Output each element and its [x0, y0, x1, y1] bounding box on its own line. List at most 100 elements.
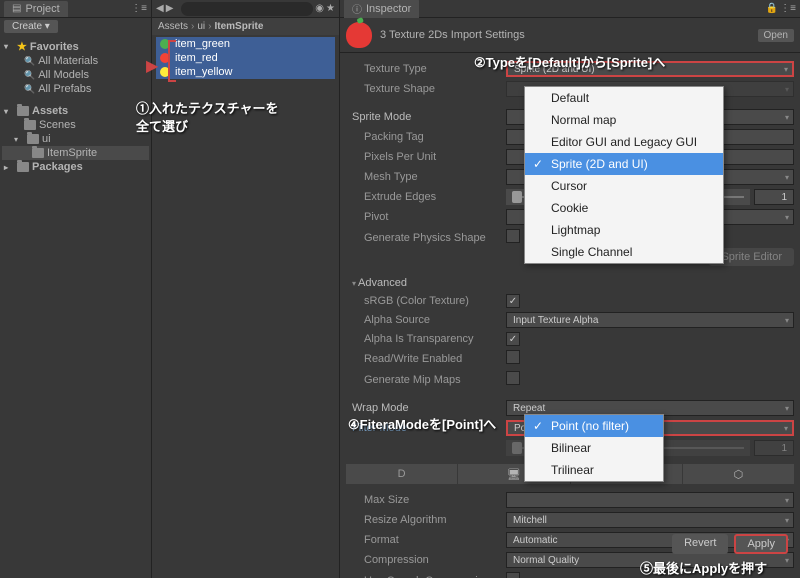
inspector-title: 3 Texture 2Ds Import Settings — [380, 29, 525, 41]
gen-shape-label: Generate Physics Shape — [346, 232, 506, 244]
create-button[interactable]: Create ▾ — [4, 20, 58, 33]
tag-icon[interactable]: ★ — [326, 3, 335, 14]
packages-header[interactable]: ▸Packages — [2, 160, 149, 174]
pivot-label: Pivot — [346, 211, 506, 223]
asset-preview-icon — [346, 22, 372, 48]
rw-checkbox[interactable] — [506, 350, 520, 364]
resize-dropdown[interactable]: Mitchell — [506, 512, 794, 528]
filter-icon[interactable]: ◉ — [315, 3, 324, 14]
alpha-src-dropdown[interactable]: Input Texture Alpha — [506, 312, 794, 328]
compression-label: Compression — [346, 554, 506, 566]
wrap-mode-label: Wrap Mode — [346, 402, 506, 414]
search-input[interactable] — [181, 2, 313, 16]
packing-tag-label: Packing Tag — [346, 131, 506, 143]
create-bar: Create ▾ — [0, 18, 151, 35]
assets-header[interactable]: ▾Assets — [2, 104, 149, 118]
texture-type-popup: Default Normal map Editor GUI and Legacy… — [524, 86, 724, 264]
platform-web[interactable]: ⬡ — [683, 464, 794, 484]
advanced-label[interactable]: ▾Advanced — [346, 277, 506, 289]
browser-toolbar: ◀ ▶ ◉ ★ — [152, 0, 339, 18]
platform-default[interactable]: D — [346, 464, 457, 484]
max-size-label: Max Size — [346, 494, 506, 506]
search-icon: 🔍 — [24, 70, 35, 81]
format-label: Format — [346, 534, 506, 546]
star-icon: ★ — [17, 40, 27, 53]
filter-option-bilinear[interactable]: Bilinear — [525, 437, 663, 459]
type-option-single-channel[interactable]: Single Channel — [525, 241, 723, 263]
info-icon: ⓘ — [352, 1, 362, 16]
annotation-5: ⑤最後にApplyを押す — [640, 558, 767, 577]
file-item-red[interactable]: item_red — [156, 51, 335, 65]
favorites-header[interactable]: ▾★Favorites — [2, 39, 149, 54]
folder-itemsprite[interactable]: ItemSprite — [2, 146, 149, 160]
file-item-green[interactable]: item_green — [156, 37, 335, 51]
filter-mode-popup: ✓Point (no filter) Bilinear Trilinear — [524, 414, 664, 482]
inspector-tab-bar: ⓘInspector 🔒⋮≡ — [340, 0, 800, 18]
mesh-type-label: Mesh Type — [346, 171, 506, 183]
crunch-checkbox[interactable] — [506, 572, 520, 578]
folder-icon — [17, 106, 29, 116]
annotation-2: ②Typeを[Default]から[Sprite]へ — [474, 52, 665, 71]
fav-all-materials[interactable]: 🔍All Materials — [2, 54, 149, 68]
inspector-tab[interactable]: ⓘInspector — [344, 0, 419, 18]
folder-icon — [17, 162, 29, 172]
folder-scenes[interactable]: Scenes — [2, 118, 149, 132]
project-icon: ▤ — [12, 3, 21, 14]
annotation-1: ①入れたテクスチャーを全て選び — [136, 100, 278, 136]
texture-shape-label: Texture Shape — [346, 83, 506, 95]
fav-all-models[interactable]: 🔍All Models — [2, 68, 149, 82]
ppu-label: Pixels Per Unit — [346, 151, 506, 163]
project-panel: ▤Project ⋮≡ Create ▾ ▾★Favorites 🔍All Ma… — [0, 0, 152, 578]
type-option-cursor[interactable]: Cursor — [525, 175, 723, 197]
inspector-footer: Revert Apply — [666, 528, 794, 560]
max-size-dropdown[interactable] — [506, 492, 794, 508]
type-option-default[interactable]: Default — [525, 87, 723, 109]
extrude-label: Extrude Edges — [346, 191, 506, 203]
breadcrumb[interactable]: Assets›ui›ItemSprite — [152, 18, 339, 35]
gen-shape-checkbox[interactable] — [506, 229, 520, 243]
apply-button[interactable]: Apply — [734, 534, 788, 554]
alpha-trans-label: Alpha Is Transparency — [346, 333, 506, 345]
selection-bracket — [168, 40, 176, 82]
resize-label: Resize Algorithm — [346, 514, 506, 526]
srgb-checkbox[interactable]: ✓ — [506, 294, 520, 308]
mip-checkbox[interactable] — [506, 371, 520, 385]
folder-icon — [27, 134, 39, 144]
project-tab-bar: ▤Project ⋮≡ — [0, 0, 151, 18]
srgb-label: sRGB (Color Texture) — [346, 295, 506, 307]
folder-ui[interactable]: ▾ui — [2, 132, 149, 146]
type-option-cookie[interactable]: Cookie — [525, 197, 723, 219]
alpha-trans-checkbox[interactable]: ✓ — [506, 332, 520, 346]
aniso-value: 1 — [754, 440, 794, 456]
annotation-4: ④FiteraModeを[Point]へ — [348, 414, 496, 433]
type-option-normal[interactable]: Normal map — [525, 109, 723, 131]
crunch-label: Use Crunch Compression — [346, 575, 506, 578]
revert-button[interactable]: Revert — [672, 534, 728, 554]
project-tab[interactable]: ▤Project — [4, 1, 68, 17]
rw-label: Read/Write Enabled — [346, 353, 506, 365]
inspector-header: 3 Texture 2Ds Import Settings Open — [340, 18, 800, 53]
search-icon: 🔍 — [24, 84, 35, 95]
type-option-sprite[interactable]: ✓Sprite (2D and UI) — [525, 153, 723, 175]
panel-menu-icon[interactable]: ⋮≡ — [131, 3, 147, 14]
open-button[interactable]: Open — [758, 29, 794, 42]
arrow-icon: ▶ — [146, 56, 158, 76]
nav-fwd-icon[interactable]: ▶ — [166, 3, 174, 14]
sprite-mode-label: Sprite Mode — [346, 111, 506, 123]
panel-menu-icon[interactable]: ⋮≡ — [780, 3, 796, 14]
file-item-yellow[interactable]: item_yellow — [156, 65, 335, 79]
type-option-editor-gui[interactable]: Editor GUI and Legacy GUI — [525, 131, 723, 153]
check-icon: ✓ — [533, 157, 543, 171]
filter-option-trilinear[interactable]: Trilinear — [525, 459, 663, 481]
fav-all-prefabs[interactable]: 🔍All Prefabs — [2, 82, 149, 96]
nav-back-icon[interactable]: ◀ — [156, 3, 164, 14]
project-tree: ▾★Favorites 🔍All Materials 🔍All Models 🔍… — [0, 35, 151, 178]
filter-option-point[interactable]: ✓Point (no filter) — [525, 415, 663, 437]
folder-icon — [32, 148, 44, 158]
folder-icon — [24, 120, 36, 130]
type-option-lightmap[interactable]: Lightmap — [525, 219, 723, 241]
search-icon: 🔍 — [24, 56, 35, 67]
asset-browser: ◀ ▶ ◉ ★ Assets›ui›ItemSprite item_green … — [152, 0, 340, 578]
lock-icon[interactable]: 🔒 — [766, 3, 778, 14]
extrude-value[interactable]: 1 — [754, 189, 794, 205]
